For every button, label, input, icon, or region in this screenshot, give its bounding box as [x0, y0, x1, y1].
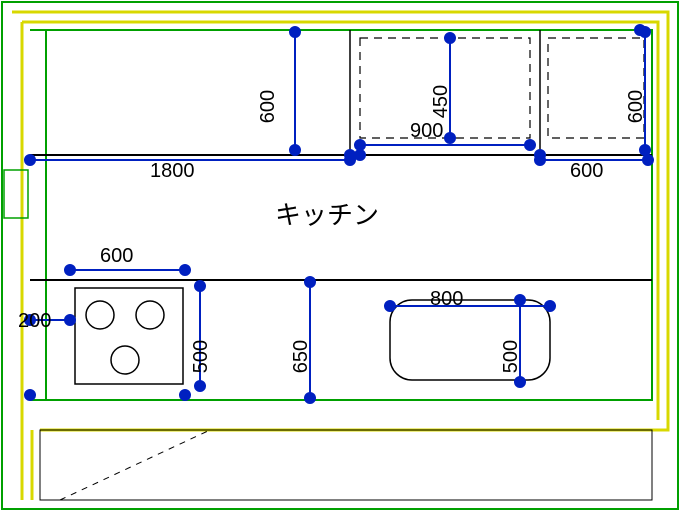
dim-counter-depth: 650: [290, 340, 313, 373]
dim-top-left-width: 1800: [150, 160, 195, 183]
dim-top-right-depth: 600: [625, 90, 648, 123]
dim-top-mid-width: 900: [410, 120, 443, 143]
dim-top-mid-depth: 450: [430, 85, 453, 118]
dim-sink-width: 800: [430, 288, 463, 311]
floor-plan: キッチン 600 450 600 1800 900 600 600 200 50…: [0, 0, 680, 511]
dim-top-right-width: 600: [570, 160, 603, 183]
dim-sink-depth: 500: [500, 340, 523, 373]
room-label: キッチン: [275, 195, 379, 232]
dim-stove-width: 600: [100, 245, 133, 268]
dim-top-left-depth: 600: [257, 90, 280, 123]
dim-stove-depth: 500: [190, 340, 213, 373]
dim-stove-offset: 200: [18, 310, 51, 333]
